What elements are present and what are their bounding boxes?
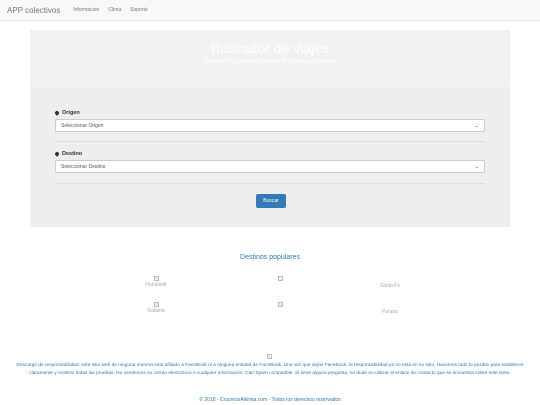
nav-link-clima[interactable]: Clima [108, 7, 121, 13]
destination-name: Santa Fe [379, 283, 401, 289]
nav-link-soporte[interactable]: Soporte [130, 7, 148, 13]
destination-card[interactable] [250, 276, 310, 282]
destination-name: Parana [381, 309, 399, 315]
origin-label-row: Origen [54, 110, 485, 116]
broken-image-icon [277, 302, 283, 307]
origin-label: Origen [62, 110, 80, 116]
copyright-text: © 2018 - CrucerosAlkimia.com - Todos los… [199, 397, 341, 403]
map-marker-icon [54, 151, 60, 157]
hero-header: Buscador de viajes Encontrá tu viaje en … [30, 30, 510, 87]
destination-card-santa-fe[interactable]: Santa Fe [360, 283, 420, 289]
hero-subtitle: Encontrá tu viaje en transporte público … [204, 59, 336, 65]
destination-label: Destino [62, 151, 83, 157]
broken-image-icon [153, 302, 159, 307]
broken-image-icon [267, 354, 272, 359]
hero-title: Buscador de viajes [210, 40, 330, 56]
origin-select-value: Seleccionar Origen [61, 122, 104, 129]
destination-card-humboldt[interactable]: Humboldt [126, 276, 186, 288]
destination-card-parana[interactable]: Parana [360, 309, 420, 315]
map-marker-icon [54, 110, 60, 116]
destination-card[interactable] [250, 302, 310, 308]
popular-destinations-title: Destinos populares [240, 254, 300, 261]
destination-name: Rafaela [147, 308, 165, 314]
origin-select[interactable]: Seleccionar Origen ⌄ [55, 119, 485, 132]
broken-image-icon [277, 276, 283, 281]
destination-field: Destino Seleccionar Destino ⌄ [54, 151, 485, 173]
disclaimer-text: Descargo de responsabilidad: este sitio … [16, 363, 524, 376]
destination-label-row: Destino [54, 151, 485, 157]
search-button[interactable]: Buscar [256, 194, 286, 208]
divider [55, 183, 485, 184]
search-panel: Buscador de viajes Encontrá tu viaje en … [30, 30, 510, 227]
broken-image-icon [153, 276, 159, 281]
divider [55, 141, 485, 142]
origin-field: Origen Seleccionar Origen ⌄ [54, 110, 485, 132]
destination-name: Humboldt [145, 282, 167, 288]
destination-select[interactable]: Seleccionar Destino ⌄ [55, 160, 485, 173]
top-navbar: APP colectivos Informacion Clima Soporte [0, 0, 540, 21]
chevron-down-icon: ⌄ [474, 163, 479, 170]
destination-card-rafaela[interactable]: Rafaela [126, 302, 186, 314]
chevron-down-icon: ⌄ [474, 122, 479, 129]
nav-link-informacion[interactable]: Informacion [73, 7, 99, 13]
brand-link[interactable]: APP colectivos [7, 6, 60, 15]
destination-select-value: Seleccionar Destino [61, 163, 106, 170]
